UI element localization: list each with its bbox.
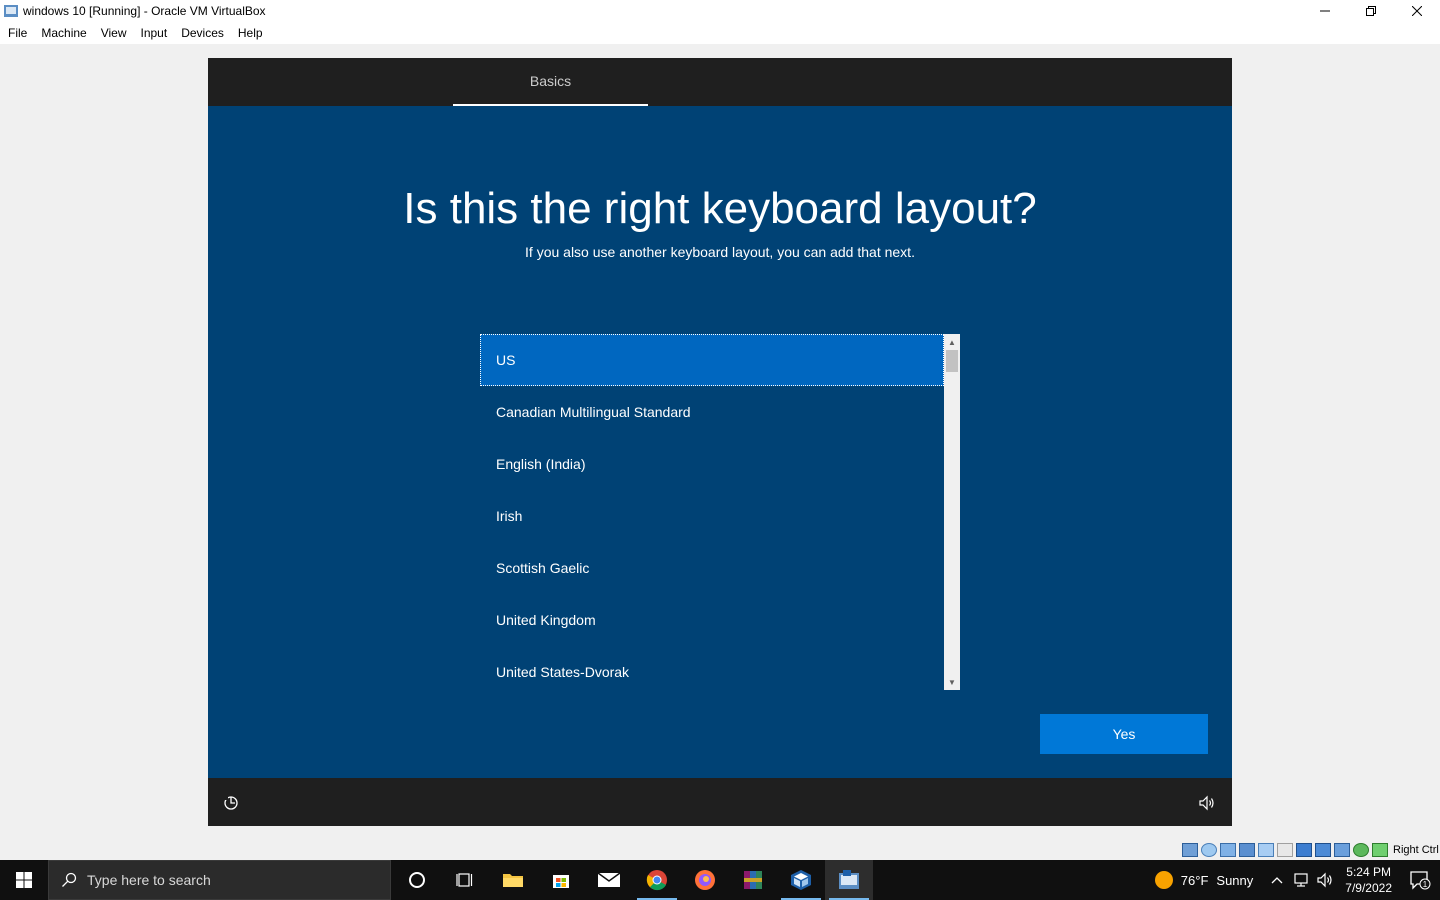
vm-window-button[interactable] xyxy=(825,860,873,900)
virtualbox-manager-button[interactable] xyxy=(777,860,825,900)
mail-button[interactable] xyxy=(585,860,633,900)
menu-devices[interactable]: Devices xyxy=(175,26,230,40)
list-item-united-kingdom[interactable]: United Kingdom xyxy=(480,594,944,646)
weather-description: Sunny xyxy=(1216,872,1254,888)
volume-tray-button[interactable] xyxy=(1313,860,1337,900)
virtualbox-app-icon xyxy=(4,5,18,17)
keyboard-layout-list[interactable]: US Canadian Multilingual Standard Englis… xyxy=(480,334,944,690)
oobe-footer xyxy=(208,778,1232,826)
speaker-icon xyxy=(1317,872,1332,888)
display-status-icon[interactable] xyxy=(1296,843,1312,857)
list-item-canadian-multilingual[interactable]: Canadian Multilingual Standard xyxy=(480,386,944,438)
ease-of-access-icon[interactable] xyxy=(222,794,240,812)
vm-screen[interactable]: Basics Is this the right keyboard layout… xyxy=(208,58,1232,826)
list-item-us[interactable]: US xyxy=(480,334,944,386)
mouse-integration-status-icon[interactable] xyxy=(1353,843,1369,857)
menu-file[interactable]: File xyxy=(2,26,33,40)
tab-basics[interactable]: Basics xyxy=(453,58,648,106)
notification-count: 1 xyxy=(1423,880,1428,889)
network-icon xyxy=(1294,873,1308,887)
host-key-label: Right Ctrl xyxy=(1393,844,1439,856)
volume-icon[interactable] xyxy=(1198,794,1216,812)
close-icon xyxy=(1412,6,1422,16)
search-placeholder: Type here to search xyxy=(87,872,211,888)
menu-input[interactable]: Input xyxy=(135,26,174,40)
weather-widget[interactable]: 76°F Sunny xyxy=(1154,871,1254,889)
window-controls xyxy=(1302,0,1440,22)
restore-icon xyxy=(1366,6,1376,16)
winrar-button[interactable] xyxy=(729,860,777,900)
restore-button[interactable] xyxy=(1348,0,1394,22)
menu-machine[interactable]: Machine xyxy=(35,26,92,40)
vm-display-area: Basics Is this the right keyboard layout… xyxy=(0,44,1440,842)
task-view-button[interactable] xyxy=(441,860,489,900)
list-item-scottish-gaelic[interactable]: Scottish Gaelic xyxy=(480,542,944,594)
store-icon xyxy=(553,875,569,888)
vbox-status-bar: Right Ctrl xyxy=(1182,842,1439,858)
virtualbox-icon xyxy=(791,870,811,890)
cortana-icon xyxy=(409,872,425,888)
winrar-icon xyxy=(744,871,762,889)
windows-logo-icon xyxy=(16,872,32,888)
video-capture-status-icon[interactable] xyxy=(1315,843,1331,857)
yes-button[interactable]: Yes xyxy=(1040,714,1208,754)
show-hidden-icons-button[interactable] xyxy=(1265,860,1289,900)
mail-icon xyxy=(597,872,621,887)
notification-icon: 1 xyxy=(1410,871,1431,890)
firefox-button[interactable] xyxy=(681,860,729,900)
scroll-down-arrow-icon[interactable]: ▼ xyxy=(944,674,960,690)
scroll-up-arrow-icon[interactable]: ▲ xyxy=(944,334,960,350)
chrome-icon xyxy=(646,870,667,891)
shared-folders-status-icon[interactable] xyxy=(1277,843,1293,857)
search-icon xyxy=(62,872,77,887)
window-title: windows 10 [Running] - Oracle VM Virtual… xyxy=(23,4,266,18)
virtualization-status-icon[interactable] xyxy=(1334,843,1350,857)
start-button[interactable] xyxy=(0,860,48,900)
page-title: Is this the right keyboard layout? xyxy=(403,184,1037,233)
scroll-thumb[interactable] xyxy=(946,350,958,372)
action-center-button[interactable]: 1 xyxy=(1400,860,1440,900)
minimize-icon xyxy=(1320,10,1330,12)
task-view-icon xyxy=(456,873,473,887)
menu-help[interactable]: Help xyxy=(232,26,269,40)
list-scrollbar[interactable]: ▲ ▼ xyxy=(944,334,960,690)
firefox-icon xyxy=(695,870,715,890)
clock-date: 7/9/2022 xyxy=(1345,881,1392,895)
microsoft-store-button[interactable] xyxy=(537,860,585,900)
taskbar-search-box[interactable]: Type here to search xyxy=(48,860,391,900)
chevron-up-icon xyxy=(1271,877,1283,884)
usb-status-icon[interactable] xyxy=(1258,843,1274,857)
close-button[interactable] xyxy=(1394,0,1440,22)
file-explorer-button[interactable] xyxy=(489,860,537,900)
network-tray-button[interactable] xyxy=(1289,860,1313,900)
vm-window-icon xyxy=(839,870,859,889)
taskbar: Type here to search 76°F Sunny 5:24 PM 7… xyxy=(0,860,1440,900)
cortana-button[interactable] xyxy=(393,860,441,900)
title-bar: windows 10 [Running] - Oracle VM Virtual… xyxy=(0,0,1440,22)
hard-disk-status-icon[interactable] xyxy=(1182,843,1198,857)
list-item-irish[interactable]: Irish xyxy=(480,490,944,542)
system-tray: 76°F Sunny 5:24 PM 7/9/2022 1 xyxy=(1154,860,1440,900)
minimize-button[interactable] xyxy=(1302,0,1348,22)
keyboard-capture-status-icon[interactable] xyxy=(1372,843,1388,857)
sunny-weather-icon xyxy=(1154,871,1173,889)
audio-status-icon[interactable] xyxy=(1220,843,1236,857)
menu-bar: File Machine View Input Devices Help xyxy=(0,22,1440,44)
list-item-united-states-dvorak[interactable]: United States-Dvorak xyxy=(480,646,944,698)
network-status-icon[interactable] xyxy=(1239,843,1255,857)
oobe-header: Basics xyxy=(208,58,1232,106)
chrome-button[interactable] xyxy=(633,860,681,900)
list-item-english-india[interactable]: English (India) xyxy=(480,438,944,490)
menu-view[interactable]: View xyxy=(95,26,133,40)
weather-temperature: 76°F xyxy=(1180,872,1209,888)
folder-icon xyxy=(503,874,523,887)
clock-time: 5:24 PM xyxy=(1346,865,1391,879)
optical-drive-status-icon[interactable] xyxy=(1201,843,1217,857)
taskbar-clock[interactable]: 5:24 PM 7/9/2022 xyxy=(1345,864,1392,896)
page-subtitle: If you also use another keyboard layout,… xyxy=(525,244,915,260)
